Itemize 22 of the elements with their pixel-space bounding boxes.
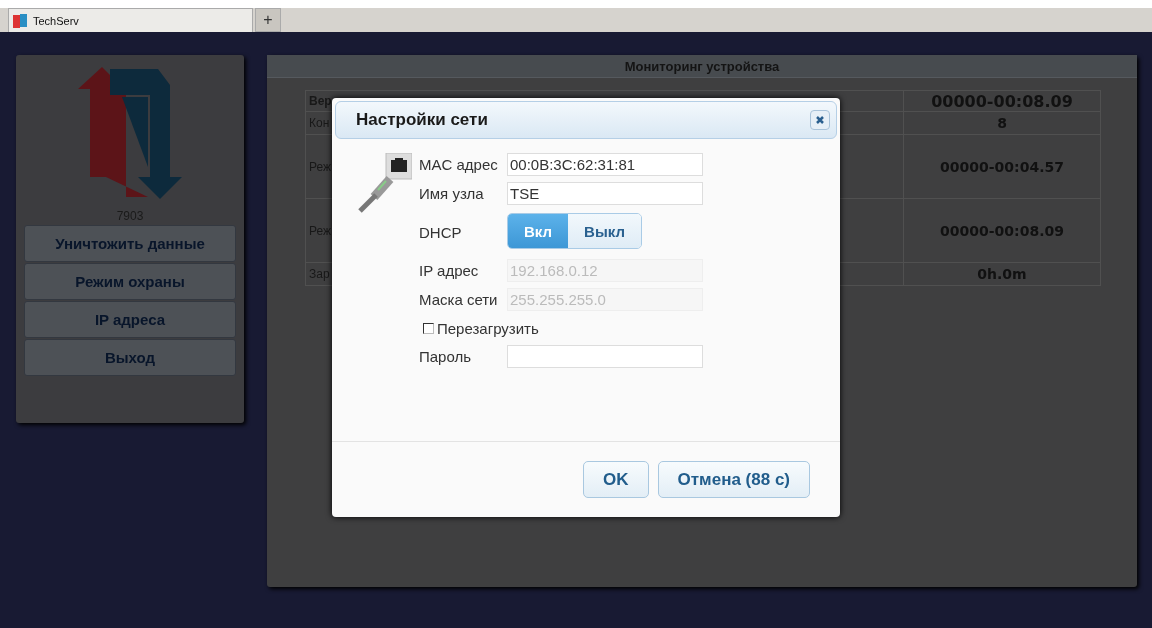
input-field[interactable]: TSE — [507, 182, 703, 205]
input-field[interactable] — [507, 345, 703, 368]
field-label: IP адрес — [419, 262, 480, 279]
dialog-button[interactable]: Отмена (88 с) — [657, 461, 810, 498]
dialog-button[interactable]: OK — [583, 461, 649, 498]
new-tab-button[interactable]: + — [255, 8, 281, 32]
network-cable-icon — [356, 153, 412, 213]
input-field[interactable]: 00:0B:3C:62:31:81 — [507, 153, 703, 176]
close-icon — [815, 115, 825, 125]
field-label: Маска сети — [419, 291, 499, 308]
field-label: Пароль — [419, 348, 473, 365]
close-button[interactable] — [810, 110, 830, 130]
browser-tab[interactable]: TechServ — [8, 8, 253, 32]
dialog-title: Настройки сети — [356, 110, 488, 130]
panel-title: Мониторинг устройства — [267, 55, 1137, 78]
checkbox-label: Перезагрузить — [437, 319, 539, 337]
app-logo-icon — [13, 12, 27, 29]
field-label: DHCP — [419, 223, 463, 241]
checkbox[interactable] — [423, 322, 434, 334]
field-label: MAC адрес — [419, 156, 499, 173]
field-label: Имя узла — [419, 185, 485, 202]
toggle-option[interactable]: Выкл — [568, 214, 641, 248]
